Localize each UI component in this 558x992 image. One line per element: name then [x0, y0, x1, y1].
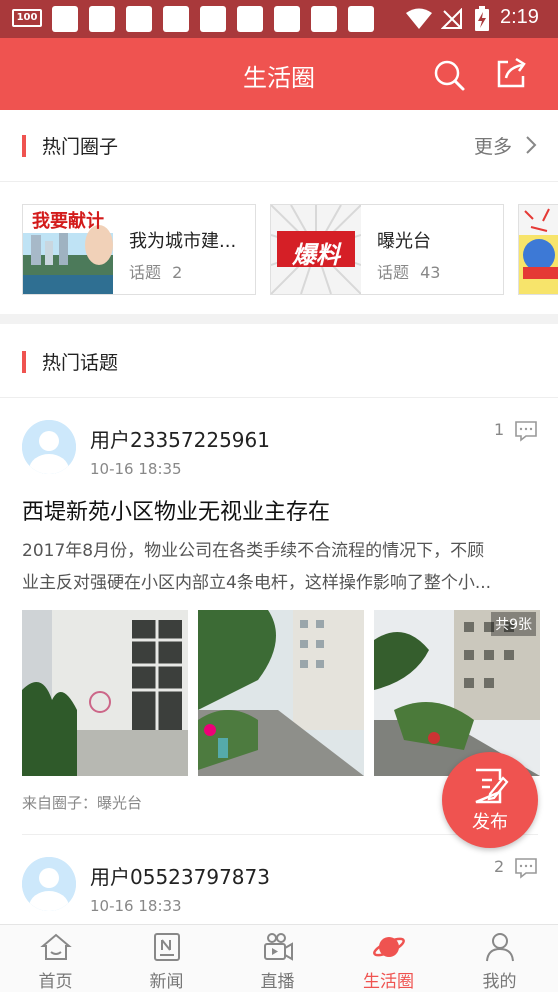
notification-icon: [311, 6, 337, 32]
photo-count-badge: 共9张: [491, 612, 536, 636]
post-time: 10-16 18:33: [90, 897, 182, 915]
share-icon[interactable]: [494, 56, 528, 90]
post-photo[interactable]: [198, 610, 364, 776]
search-icon[interactable]: [432, 58, 466, 92]
circle-card[interactable]: 我要献计 我为城市建... 话题 2: [22, 204, 256, 295]
notification-icon: [274, 6, 300, 32]
planet-icon: [373, 937, 405, 957]
circle-card[interactable]: 爆料 曝光台 话题 43: [270, 204, 504, 295]
post-source[interactable]: 来自圈子：曝光台: [22, 792, 142, 813]
home-icon: [40, 933, 72, 960]
app-header: 生活圈: [0, 38, 558, 110]
thumbnail-caption: 我要献计: [32, 211, 104, 232]
circle-name: 曝光台: [377, 231, 431, 252]
nav-label: 直播: [260, 972, 295, 992]
thumbnail-caption: 爆料: [292, 241, 340, 269]
notification-icon: [163, 6, 189, 32]
nav-news[interactable]: 新闻: [111, 925, 222, 992]
more-link[interactable]: 更多: [474, 132, 538, 159]
profile-icon: [486, 933, 514, 962]
post-card[interactable]: 用户05523797873 10-16 18:33 2: [0, 835, 558, 924]
notification-icon: [126, 6, 152, 32]
section-marker: [22, 135, 26, 157]
hot-circles-header: 热门圈子 更多: [0, 110, 558, 180]
section-title: 热门话题: [42, 352, 119, 374]
circle-card[interactable]: [518, 204, 558, 295]
nav-label: 生活圈: [363, 972, 414, 992]
page-title: 生活圈: [243, 64, 315, 92]
signal-icon: [441, 8, 462, 29]
topic-label: 话题: [377, 263, 410, 282]
nav-label: 首页: [38, 972, 73, 992]
circle-name: 我为城市建...: [129, 231, 237, 252]
section-gap: [0, 314, 558, 324]
circles-carousel[interactable]: 我要献计 我为城市建... 话题 2 爆料 曝光台 话题 43: [0, 182, 558, 314]
username[interactable]: 用户23357225961: [90, 424, 270, 453]
post-excerpt-line: 2017年8月份，物业公司在各类手续不合流程的情况下，不顾: [22, 541, 485, 561]
hot-topics-header: 热门话题: [0, 326, 558, 396]
username[interactable]: 用户05523797873: [90, 861, 270, 890]
notification-icon: [348, 6, 374, 32]
comment-count: 1: [494, 420, 505, 439]
edit-icon: [475, 768, 509, 804]
section-marker: [22, 351, 26, 373]
clock: 2:19: [500, 6, 539, 28]
topic-count: 2: [172, 263, 183, 282]
news-icon: [154, 933, 180, 961]
post-photo[interactable]: 共9张: [374, 610, 540, 776]
topic-label: 话题: [129, 263, 162, 282]
comment-icon[interactable]: [514, 857, 538, 879]
circle-thumbnail: 我要献计: [23, 205, 113, 294]
post-title[interactable]: 西堤新苑小区物业无视业主存在: [22, 494, 330, 526]
circle-topic-count: 话题 43: [377, 259, 440, 283]
publish-button[interactable]: 发布: [442, 752, 538, 848]
wifi-icon: [406, 8, 432, 29]
section-title: 热门圈子: [42, 136, 119, 158]
post-photo[interactable]: [22, 610, 188, 776]
publish-label: 发布: [472, 812, 508, 833]
bottom-nav: 首页 新闻 直播 生活圈 我的: [0, 924, 558, 992]
nav-label: 我的: [482, 972, 517, 992]
more-label: 更多: [473, 136, 512, 158]
nav-live[interactable]: 直播: [222, 925, 333, 992]
notification-icon: [237, 6, 263, 32]
chevron-right-icon: [526, 136, 537, 154]
live-icon: [264, 933, 293, 961]
topic-count: 43: [420, 263, 441, 282]
avatar[interactable]: [22, 420, 76, 474]
battery-indicator: 100: [12, 9, 42, 27]
comment-count: 2: [494, 857, 505, 876]
post-excerpt-line: 业主反对强硬在小区内部立4条电杆，这样操作影响了整个小...: [22, 573, 492, 593]
nav-profile[interactable]: 我的: [444, 925, 555, 992]
avatar[interactable]: [22, 857, 76, 911]
circle-thumbnail: 爆料: [271, 205, 361, 294]
nav-label: 新闻: [149, 972, 184, 992]
notification-icon: [89, 6, 115, 32]
comment-icon[interactable]: [514, 420, 538, 442]
post-time: 10-16 18:35: [90, 460, 182, 478]
notification-icon: [200, 6, 226, 32]
battery-charging-icon: [475, 6, 489, 31]
notification-icon: [52, 6, 78, 32]
circle-thumbnail: [519, 205, 558, 294]
nav-home[interactable]: 首页: [0, 925, 111, 992]
status-bar: 100 2:19: [0, 0, 558, 38]
circle-topic-count: 话题 2: [129, 259, 182, 283]
nav-life-circle[interactable]: 生活圈: [333, 925, 444, 992]
